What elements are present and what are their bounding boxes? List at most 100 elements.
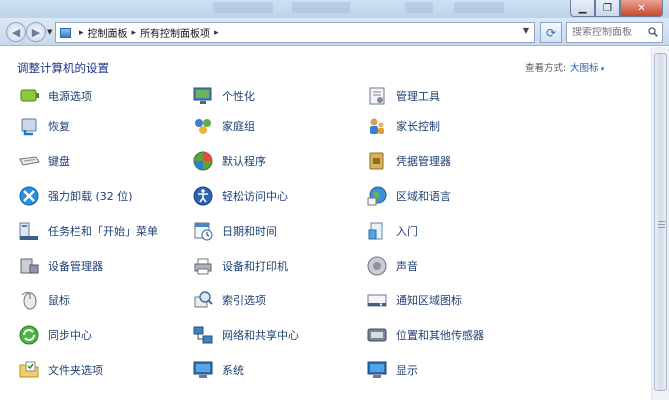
keyboard-icon <box>17 150 41 172</box>
item-device-manager[interactable]: 设备管理器 <box>17 248 158 283</box>
vertical-scrollbar[interactable] <box>651 47 669 400</box>
minimize-icon: ▁ <box>578 2 587 14</box>
item-personalization[interactable]: 个性化 <box>191 83 299 109</box>
location-sensors-icon <box>365 324 389 346</box>
item-label: 家庭组 <box>222 120 255 134</box>
item-system[interactable]: 系统 <box>191 353 299 388</box>
minimize-button[interactable]: ▁ <box>570 0 595 17</box>
item-homegroup[interactable]: 家庭组 <box>191 109 299 144</box>
item-display[interactable]: 显示 <box>365 353 484 388</box>
display-icon <box>365 359 389 381</box>
device-manager-icon <box>17 255 41 277</box>
item-label: 强力卸载 (32 位) <box>48 189 133 203</box>
item-label: 声音 <box>396 259 418 273</box>
item-label: 区域和语言 <box>396 189 451 203</box>
maximize-button[interactable]: ❐ <box>595 0 620 17</box>
search-box[interactable] <box>566 22 663 43</box>
content-header: 调整计算机的设置 查看方式: 大图标 <box>0 47 651 83</box>
power-options-icon <box>17 85 41 107</box>
item-label: 系统 <box>222 363 244 377</box>
item-label: 入门 <box>396 224 418 238</box>
back-button[interactable]: ◀ <box>6 22 26 42</box>
search-icon[interactable] <box>648 27 658 37</box>
item-parental-controls[interactable]: 家长控制 <box>365 109 484 144</box>
item-sync-center[interactable]: 同步中心 <box>17 318 158 353</box>
view-by-label: 查看方式: <box>525 63 567 74</box>
refresh-icon: ⟳ <box>545 25 557 40</box>
getting-started-icon <box>365 220 389 242</box>
items-column-2: 个性化 家庭组 默认程序 轻松访问中心 日期和时间 设备和打印机 索引选项 网络… <box>191 83 299 387</box>
item-label: 显示 <box>396 363 418 377</box>
item-getting-started[interactable]: 入门 <box>365 213 484 248</box>
item-uninstaller[interactable]: 强力卸载 (32 位) <box>17 179 158 214</box>
item-power-options[interactable]: 电源选项 <box>17 83 158 109</box>
address-bar[interactable]: ▸ 控制面板 ▸ 所有控制面板项 ▸ ▼ <box>55 22 535 43</box>
item-label: 通知区域图标 <box>396 294 462 308</box>
item-region-language[interactable]: 区域和语言 <box>365 179 484 214</box>
item-label: 任务栏和「开始」菜单 <box>48 224 158 238</box>
item-date-time[interactable]: 日期和时间 <box>191 213 299 248</box>
address-dropdown-icon[interactable]: ▼ <box>523 26 529 35</box>
system-icon <box>191 359 215 381</box>
forward-button[interactable]: ▶ <box>26 22 46 42</box>
chevron-right-icon[interactable]: ▸ <box>214 28 219 38</box>
item-notification-icons[interactable]: 通知区域图标 <box>365 283 484 318</box>
indexing-options-icon <box>191 289 215 311</box>
item-label: 日期和时间 <box>222 224 277 238</box>
item-keyboard[interactable]: 键盘 <box>17 144 158 179</box>
item-mouse[interactable]: 鼠标 <box>17 283 158 318</box>
navigation-bar: ◀ ▶ ▼ ▸ 控制面板 ▸ 所有控制面板项 ▸ ▼ ⟳ <box>0 18 669 46</box>
page-title: 调整计算机的设置 <box>17 61 109 75</box>
date-time-icon <box>191 220 215 242</box>
item-label: 同步中心 <box>48 329 92 343</box>
title-ghost <box>405 2 433 13</box>
item-label: 默认程序 <box>222 155 266 169</box>
item-label: 索引选项 <box>222 294 266 308</box>
view-by-dropdown[interactable]: 大图标 <box>570 60 604 74</box>
grip-icon <box>658 221 665 229</box>
item-label: 文件夹选项 <box>48 363 103 377</box>
close-icon: ✕ <box>637 2 646 14</box>
item-taskbar-start-menu[interactable]: 任务栏和「开始」菜单 <box>17 213 158 248</box>
scrollbar-thumb[interactable] <box>654 53 667 391</box>
breadcrumb-all-items[interactable]: 所有控制面板项 <box>140 25 210 40</box>
back-arrow-icon: ◀ <box>11 25 21 39</box>
item-credential-manager[interactable]: 凭据管理器 <box>365 144 484 179</box>
sync-center-icon <box>17 324 41 346</box>
item-folder-options[interactable]: 文件夹选项 <box>17 353 158 388</box>
item-recovery[interactable]: 恢复 <box>17 109 158 144</box>
search-input[interactable] <box>572 27 646 38</box>
item-indexing-options[interactable]: 索引选项 <box>191 283 299 318</box>
chevron-right-icon[interactable]: ▸ <box>79 28 84 38</box>
close-button[interactable]: ✕ <box>620 0 663 17</box>
breadcrumb-control-panel[interactable]: 控制面板 <box>88 25 128 40</box>
admin-tools-icon <box>365 85 389 107</box>
chevron-right-icon[interactable]: ▸ <box>132 28 137 38</box>
notification-icons-icon <box>365 289 389 311</box>
item-label: 键盘 <box>48 155 70 169</box>
item-admin-tools[interactable]: 管理工具 <box>365 83 484 109</box>
item-devices-printers[interactable]: 设备和打印机 <box>191 248 299 283</box>
control-panel-icon <box>60 27 71 38</box>
item-label: 设备和打印机 <box>222 259 288 273</box>
personalization-icon <box>191 85 215 107</box>
region-language-icon <box>365 185 389 207</box>
item-label: 家长控制 <box>396 120 440 134</box>
item-location-sensors[interactable]: 位置和其他传感器 <box>365 318 484 353</box>
item-sound[interactable]: 声音 <box>365 248 484 283</box>
refresh-button[interactable]: ⟳ <box>540 22 562 43</box>
ease-of-access-icon <box>191 185 215 207</box>
title-ghost <box>454 2 504 13</box>
item-default-programs[interactable]: 默认程序 <box>191 144 299 179</box>
control-panel-items: 电源选项 恢复 键盘 强力卸载 (32 位) 任务栏和「开始」菜单 设备管理器 … <box>0 83 651 400</box>
devices-printers-icon <box>191 255 215 277</box>
forward-arrow-icon: ▶ <box>31 25 41 39</box>
item-label: 凭据管理器 <box>396 155 451 169</box>
history-dropdown[interactable]: ▼ <box>47 28 52 36</box>
credential-manager-icon <box>365 150 389 172</box>
item-ease-of-access[interactable]: 轻松访问中心 <box>191 179 299 214</box>
items-column-1: 电源选项 恢复 键盘 强力卸载 (32 位) 任务栏和「开始」菜单 设备管理器 … <box>17 83 158 387</box>
item-label: 恢复 <box>48 120 70 134</box>
item-network-sharing[interactable]: 网络和共享中心 <box>191 318 299 353</box>
item-label: 个性化 <box>222 90 255 103</box>
